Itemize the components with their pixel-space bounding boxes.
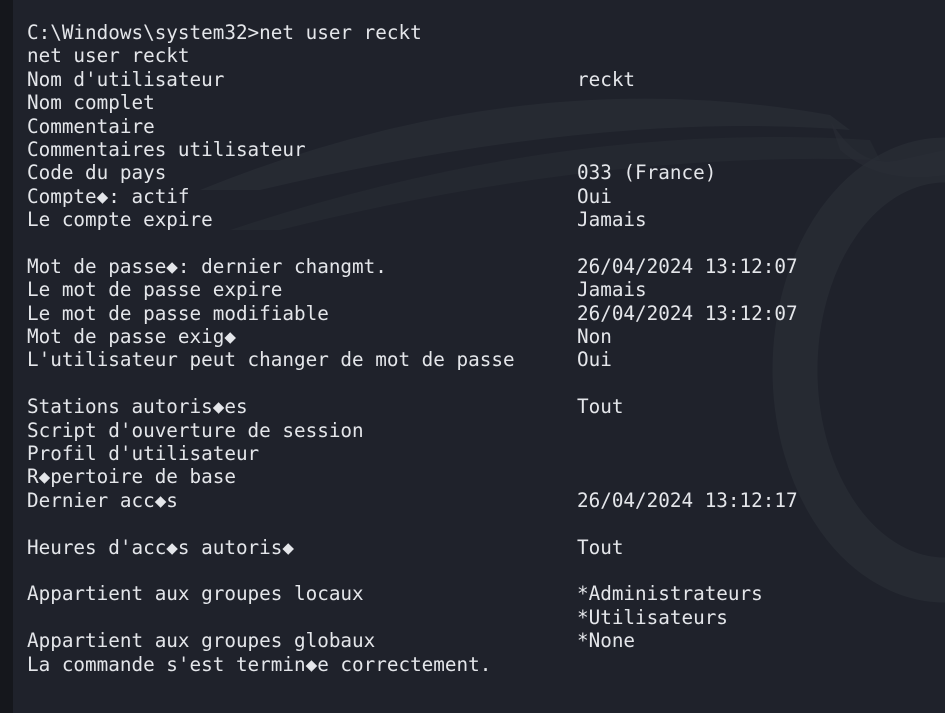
- output-row: Code du pays 033 (France): [27, 161, 945, 184]
- output-row: Nom complet: [27, 91, 945, 114]
- field-label: Mot de passe exig◆: [27, 325, 236, 349]
- output-row: Nom d'utilisateur reckt: [27, 68, 945, 91]
- field-value: *Administrateurs: [577, 582, 763, 606]
- field-value: Jamais: [577, 208, 647, 232]
- output-row: [27, 559, 945, 582]
- echo-line: net user reckt: [27, 44, 190, 68]
- field-value: Tout: [577, 535, 624, 559]
- field-label: Mot de passe◆: dernier changmt.: [27, 254, 387, 278]
- output-row: Mot de passe◆: dernier changmt. 26/04/202…: [27, 255, 945, 278]
- field-label: Le mot de passe modifiable: [27, 301, 329, 325]
- output-row: L'utilisateur peut changer de mot de pas…: [27, 348, 945, 371]
- output-row: Appartient aux groupes locaux *Administra…: [27, 582, 945, 605]
- field-value: 26/04/2024 13:12:07: [577, 254, 798, 278]
- field-label: L'utilisateur peut changer de mot de pas…: [27, 348, 515, 372]
- field-value: Jamais: [577, 278, 647, 302]
- field-label: Heures d'acc◆s autoris◆: [27, 535, 294, 559]
- output-row: [27, 232, 945, 255]
- field-label: Script d'ouverture de session: [27, 418, 364, 442]
- output-row: R◆pertoire de base: [27, 465, 945, 488]
- field-label: Compte◆: actif: [27, 184, 190, 208]
- completion-line: La commande s'est termin◆e correctement.: [27, 652, 492, 676]
- output-row: Dernier acc◆s 26/04/2024 13:12:17: [27, 489, 945, 512]
- output-row: [27, 372, 945, 395]
- field-label: Appartient aux groupes globaux: [27, 629, 376, 653]
- field-label: Appartient aux groupes locaux: [27, 582, 364, 606]
- output-row: Stations autoris◆es Tout: [27, 395, 945, 418]
- terminal-output[interactable]: C:\Windows\system32>net user reckt net u…: [27, 21, 945, 676]
- field-label: Le compte expire: [27, 208, 213, 232]
- field-label: Nom d'utilisateur: [27, 67, 225, 91]
- prompt-line: C:\Windows\system32>net user reckt: [27, 21, 422, 44]
- field-label: Nom complet: [27, 91, 155, 115]
- field-value: reckt: [577, 67, 636, 91]
- field-value: 26/04/2024 13:12:17: [577, 488, 798, 512]
- field-value: *None: [577, 629, 636, 653]
- field-value: Oui: [577, 348, 612, 372]
- output-row: Commentaire: [27, 115, 945, 138]
- field-label: Profil d'utilisateur: [27, 442, 260, 466]
- output-row: Heures d'acc◆s autoris◆ Tout: [27, 536, 945, 559]
- field-value: *Utilisateurs: [577, 605, 728, 629]
- field-value: Non: [577, 325, 612, 349]
- output-row: Appartient aux groupes globaux *None: [27, 629, 945, 652]
- output-row: Script d'ouverture de session: [27, 419, 945, 442]
- field-label: Le mot de passe expire: [27, 278, 283, 302]
- output-row: Le compte expire Jamais: [27, 208, 945, 231]
- output-row: [27, 512, 945, 535]
- field-label: R◆pertoire de base: [27, 465, 236, 489]
- output-row: Profil d'utilisateur: [27, 442, 945, 465]
- field-label: Stations autoris◆es: [27, 395, 248, 419]
- field-value: Tout: [577, 395, 624, 419]
- output-row: Le mot de passe expire Jamais: [27, 278, 945, 301]
- output-row: Mot de passe exig◆ Non: [27, 325, 945, 348]
- field-value: 033 (France): [577, 161, 717, 185]
- field-value: Oui: [577, 184, 612, 208]
- output-row: Le mot de passe modifiable 26/04/2024 13:…: [27, 302, 945, 325]
- field-label: Commentaires utilisateur: [27, 137, 306, 161]
- field-label: Code du pays: [27, 161, 167, 185]
- output-row: Commentaires utilisateur: [27, 138, 945, 161]
- field-label: Dernier acc◆s: [27, 488, 178, 512]
- field-value: 26/04/2024 13:12:07: [577, 301, 798, 325]
- output-row: Compte◆: actif Oui: [27, 185, 945, 208]
- field-label: Commentaire: [27, 114, 155, 138]
- output-row: *Utilisateurs: [27, 606, 945, 629]
